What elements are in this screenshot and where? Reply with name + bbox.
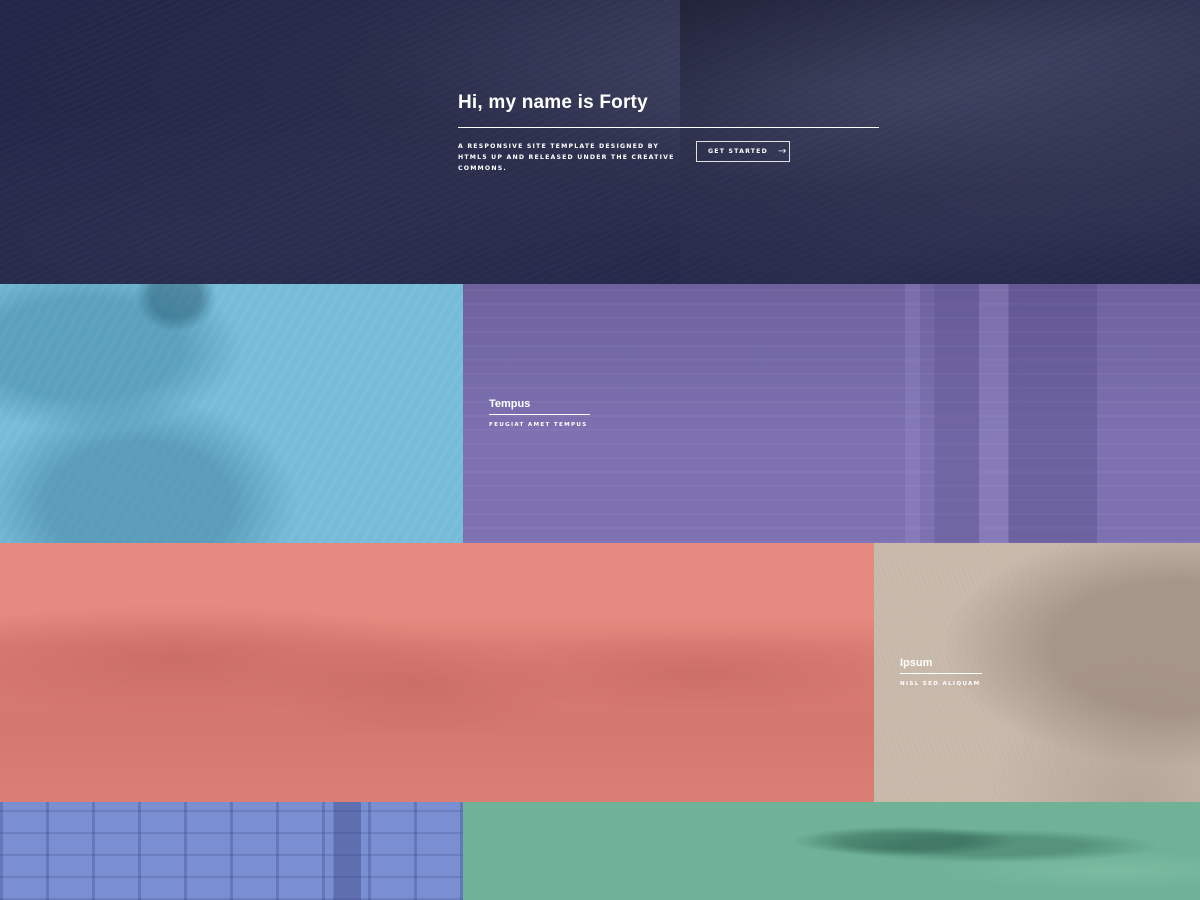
banner-content: Hi, my name is Forty A responsive site t… bbox=[458, 92, 879, 174]
arrow-right-icon: → bbox=[777, 146, 788, 157]
tile-6[interactable] bbox=[463, 802, 1200, 900]
tile-subtitle: Nisl sed aliquam bbox=[900, 681, 981, 687]
tile-image bbox=[0, 284, 463, 543]
tile-divider bbox=[489, 414, 590, 415]
tile-3[interactable] bbox=[0, 543, 874, 802]
tile-title[interactable]: Ipsum bbox=[900, 657, 982, 669]
banner-row: A responsive site template designed by H… bbox=[458, 141, 879, 174]
tile-1[interactable] bbox=[0, 284, 463, 543]
tile-image bbox=[463, 802, 1200, 900]
get-started-button[interactable]: Get Started → bbox=[696, 141, 790, 162]
get-started-label: Get Started bbox=[708, 148, 768, 155]
tile-subtitle: feugiat amet tempus bbox=[489, 422, 588, 428]
tile-5[interactable] bbox=[0, 802, 463, 900]
tile-label: Tempus feugiat amet tempus bbox=[489, 398, 590, 428]
banner: Hi, my name is Forty A responsive site t… bbox=[0, 0, 1200, 284]
tile-image bbox=[0, 543, 874, 802]
tile-ipsum[interactable]: Ipsum Nisl sed aliquam bbox=[874, 543, 1200, 802]
banner-description: A responsive site template designed by H… bbox=[458, 143, 675, 172]
tile-tempus[interactable]: Tempus feugiat amet tempus bbox=[463, 284, 1200, 543]
tile-title[interactable]: Tempus bbox=[489, 398, 590, 410]
tile-divider bbox=[900, 673, 982, 674]
tile-image bbox=[0, 802, 463, 900]
banner-divider bbox=[458, 127, 879, 128]
tile-label: Ipsum Nisl sed aliquam bbox=[900, 657, 982, 687]
page-title: Hi, my name is Forty bbox=[458, 92, 648, 113]
